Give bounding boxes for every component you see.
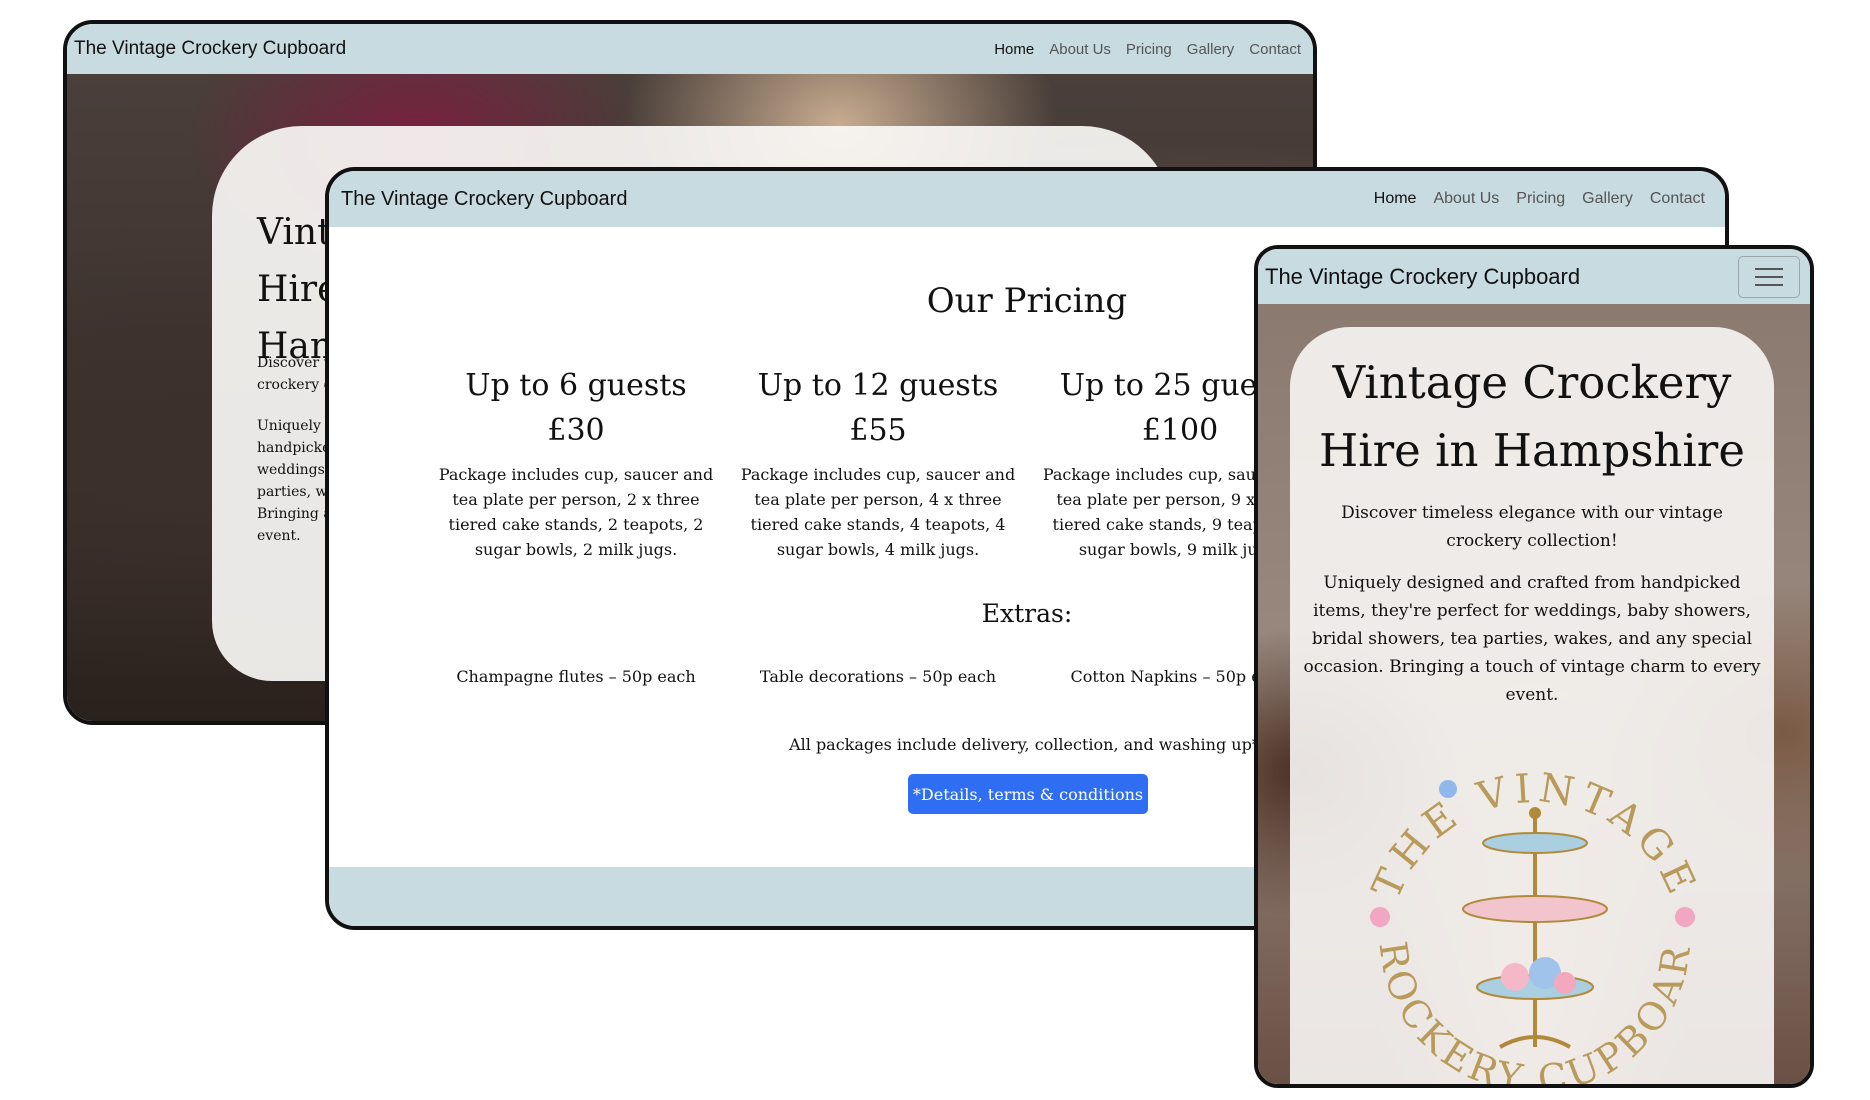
navbar: The Vintage Crockery Cupboard Home About… — [67, 24, 1313, 74]
nav-pricing[interactable]: Pricing — [1516, 190, 1565, 208]
vintage-crockery-logo: THE VINTAGE CROCKERY CUPBOARD — [1350, 747, 1700, 1084]
brand-link[interactable]: The Vintage Crockery Cupboard — [1265, 264, 1580, 290]
brand-link[interactable]: The Vintage Crockery Cupboard — [74, 38, 346, 60]
hero-intro: Discover timeless elegance with our vint… — [1341, 503, 1723, 551]
nav-home[interactable]: Home — [1374, 190, 1417, 208]
nav-contact[interactable]: Contact — [1650, 190, 1705, 208]
nav-menu: Home About Us Pricing Gallery Contact — [979, 41, 1301, 58]
package-price: £30 — [547, 413, 605, 448]
brand-link[interactable]: The Vintage Crockery Cupboard — [341, 188, 627, 211]
hamburger-menu-icon[interactable] — [1738, 255, 1800, 298]
package-guests: Up to 12 guests — [757, 368, 999, 403]
hero-card: Vintage Crockery Hire in Hampshire Disco… — [1290, 327, 1774, 1084]
package-card: Up to 12 guests £55 Package includes cup… — [738, 364, 1018, 562]
nav-home[interactable]: Home — [994, 41, 1034, 58]
hero-title: Vintage Crockery Hire in Hampshire — [1319, 356, 1745, 477]
nav-contact[interactable]: Contact — [1249, 41, 1301, 58]
package-description: Package includes cup, saucer and tea pla… — [740, 465, 1016, 559]
package-description: Package includes cup, saucer and tea pla… — [438, 465, 714, 559]
extra-item: Table decorations – 50p each — [759, 667, 997, 686]
package-card: Up to 6 guests £30 Package includes cup,… — [436, 364, 716, 562]
nav-gallery[interactable]: Gallery — [1582, 190, 1633, 208]
nav-gallery[interactable]: Gallery — [1187, 41, 1235, 58]
package-guests: Up to 6 guests — [465, 368, 687, 403]
cake-stand-icon — [1462, 807, 1608, 1049]
nav-pricing[interactable]: Pricing — [1126, 41, 1172, 58]
navbar: The Vintage Crockery Cupboard Home About… — [329, 171, 1725, 227]
nav-menu: Home About Us Pricing Gallery Contact — [1357, 190, 1705, 208]
tablet-home-screenshot: Vintage Crockery Hire in Hampshire Disco… — [1254, 245, 1814, 1088]
extra-item: Champagne flutes – 50p each — [456, 667, 696, 686]
navbar: The Vintage Crockery Cupboard — [1258, 249, 1810, 304]
nav-about[interactable]: About Us — [1049, 41, 1111, 58]
details-terms-button[interactable]: *Details, terms & conditions — [908, 774, 1148, 814]
nav-about[interactable]: About Us — [1433, 190, 1499, 208]
hero-body: Uniquely designed and crafted from handp… — [1303, 573, 1761, 705]
package-price: £55 — [849, 413, 907, 448]
